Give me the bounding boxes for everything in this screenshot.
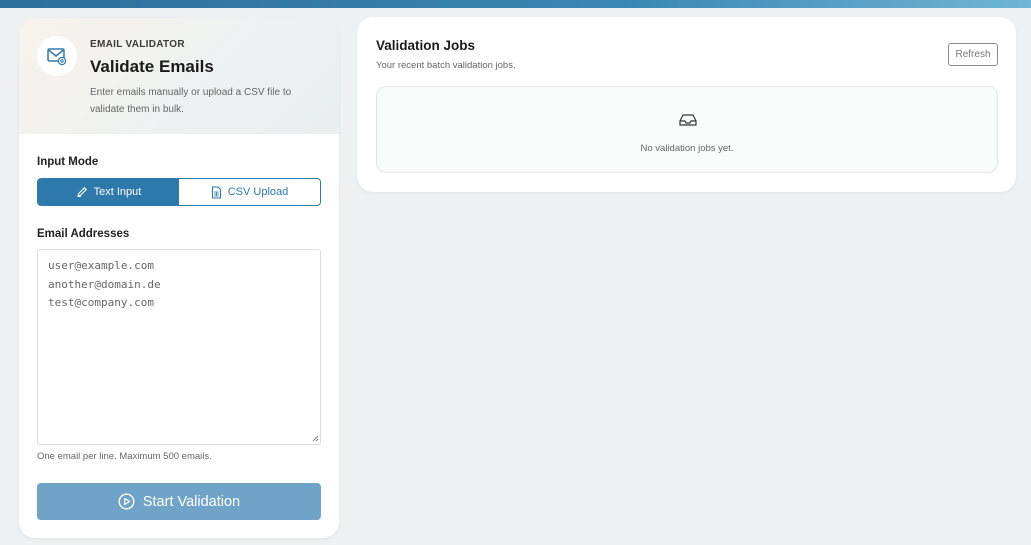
resize-grip-icon[interactable] xyxy=(311,434,319,442)
pencil-icon xyxy=(76,187,87,197)
csv-upload-tab[interactable]: CSV Upload xyxy=(179,179,320,205)
app-eyebrow: EMAIL VALIDATOR xyxy=(90,39,185,50)
start-validation-label: Start Validation xyxy=(142,493,241,510)
text-input-tab-label: Text Input xyxy=(93,186,142,198)
play-circle-icon xyxy=(118,493,135,510)
text-input-tab[interactable]: Text Input xyxy=(38,179,179,205)
page-description: Enter emails manually or upload a CSV fi… xyxy=(90,87,292,115)
inbox-icon xyxy=(679,114,697,126)
input-mode-label: Input Mode xyxy=(37,156,99,168)
jobs-title: Validation Jobs xyxy=(376,38,476,53)
email-addresses-label: Email Addresses xyxy=(37,228,130,240)
email-hint: One email per line. Maximum 500 emails. xyxy=(37,451,212,462)
file-csv-icon xyxy=(211,185,221,199)
input-mode-toggle: Text Input CSV Upload xyxy=(37,178,321,206)
validation-jobs-card: Validation Jobs Your recent batch valida… xyxy=(357,17,1016,192)
empty-state-text: No validation jobs yet. xyxy=(640,143,734,154)
email-addresses-textarea[interactable]: user@example.com another@domain.de test@… xyxy=(37,249,321,445)
email-logo xyxy=(37,36,77,76)
top-accent-bar xyxy=(0,0,1031,8)
envelope-at-icon xyxy=(47,48,67,66)
validator-header: EMAIL VALIDATOR Validate Emails Enter em… xyxy=(19,18,339,134)
jobs-subtitle: Your recent batch validation jobs. xyxy=(376,60,516,71)
page-title: Validate Emails xyxy=(90,57,214,76)
start-validation-button[interactable]: Start Validation xyxy=(37,483,321,520)
validator-card: EMAIL VALIDATOR Validate Emails Enter em… xyxy=(19,18,339,538)
csv-upload-tab-label: CSV Upload xyxy=(227,186,289,198)
refresh-button[interactable]: Refresh xyxy=(948,43,998,66)
jobs-empty-state: No validation jobs yet. xyxy=(376,86,998,173)
